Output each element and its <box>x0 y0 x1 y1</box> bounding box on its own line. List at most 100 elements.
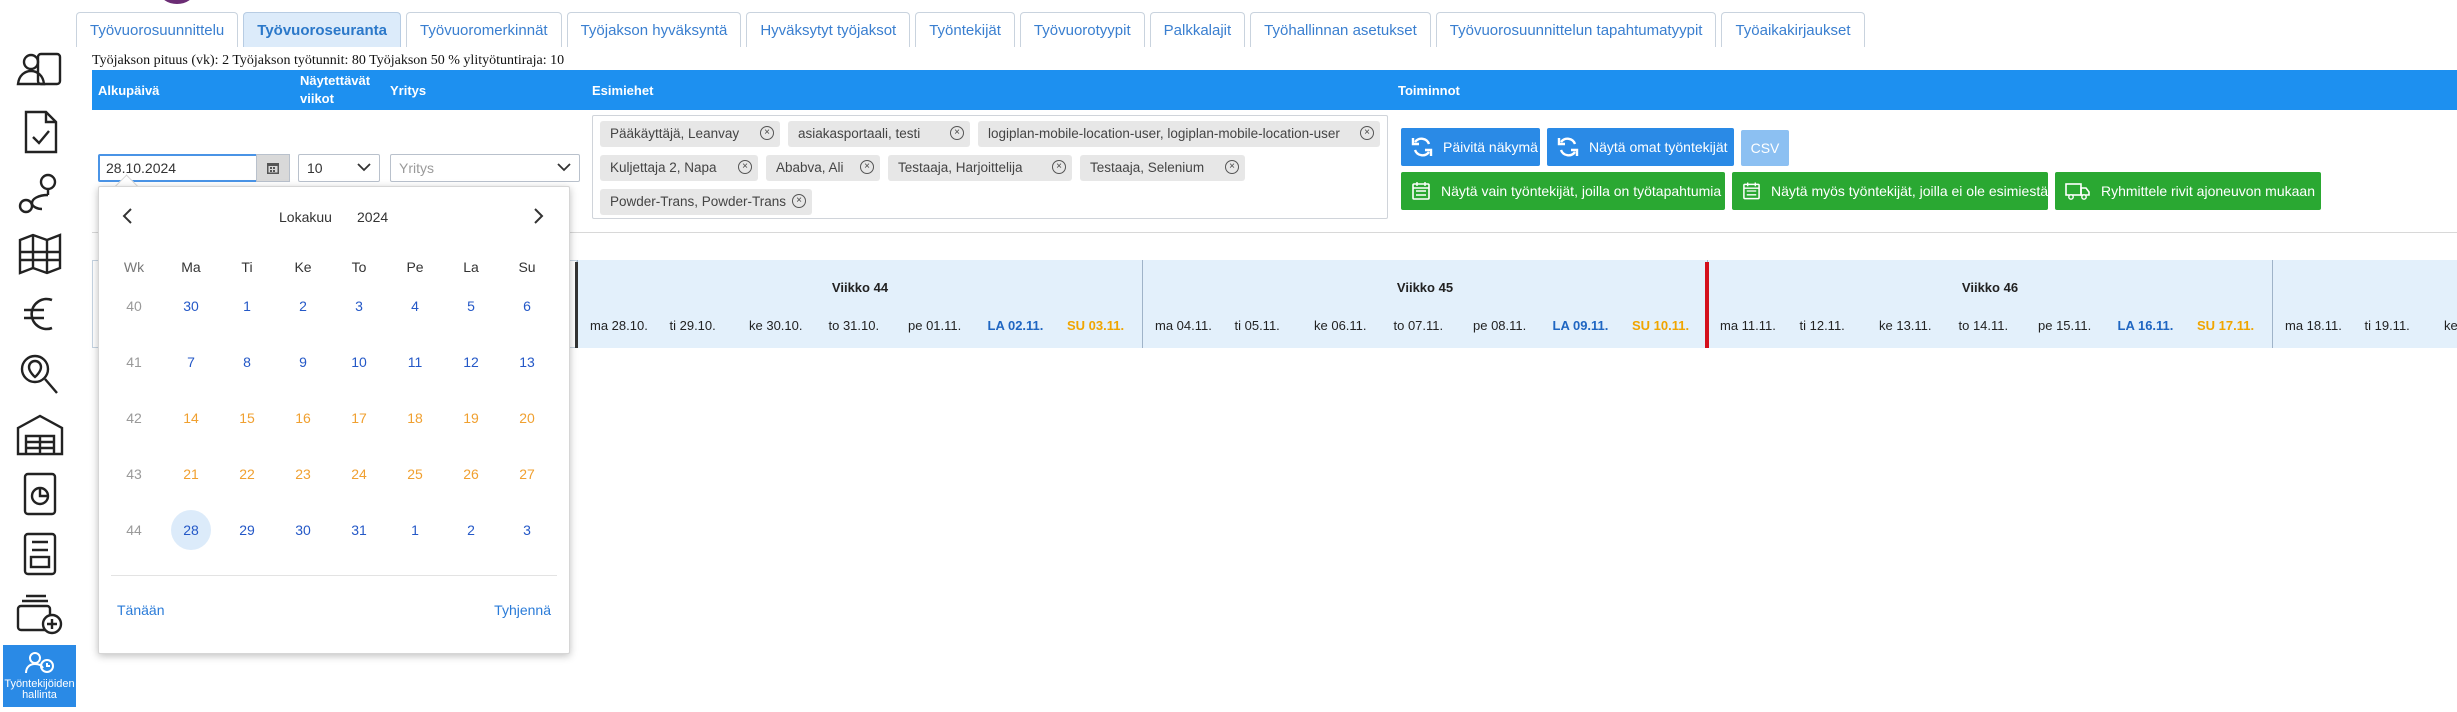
datepicker-day[interactable]: 4 <box>395 286 435 326</box>
remove-chip-icon[interactable]: × <box>792 194 806 208</box>
tab-item[interactable]: Hyväksytyt työjaksot <box>746 12 911 47</box>
datepicker-week-number: 42 <box>126 410 142 426</box>
datepicker-day[interactable]: 10 <box>339 342 379 382</box>
datepicker-today-button[interactable]: Tänään <box>117 602 164 618</box>
datepicker-year[interactable]: 2024 <box>357 209 388 225</box>
chevron-left-icon[interactable] <box>121 207 135 225</box>
week-column: Viikko 45 ma 04.11. ti 05.11. ke 06.11. to 0… <box>1142 260 1707 348</box>
user-card-icon[interactable] <box>10 46 70 94</box>
day-header: ti 29.10. <box>669 318 716 333</box>
tab-item[interactable]: Työntekijät <box>915 12 1015 47</box>
tab-item[interactable]: Palkkalajit <box>1149 12 1246 47</box>
datepicker-day[interactable]: 3 <box>339 286 379 326</box>
day-header: SU 17.11. <box>2197 318 2255 333</box>
refresh-view-button[interactable]: Päivitä näkymä <box>1401 128 1540 166</box>
datepicker-day[interactable]: 31 <box>339 510 379 550</box>
day-header: ti 12.11. <box>1799 318 1845 333</box>
csv-button[interactable]: CSV <box>1741 130 1789 166</box>
datepicker-popup: Lokakuu 2024 Wk Ma Ti Ke To Pe La Su 40 30 1 2 3 4 5 6 4… <box>98 186 570 654</box>
sidebar-item-employee-management[interactable]: Työntekijöiden hallinta <box>3 645 76 707</box>
remove-chip-icon[interactable]: × <box>950 126 964 140</box>
datepicker-day[interactable]: 1 <box>395 510 435 550</box>
datepicker-day[interactable]: 12 <box>451 342 491 382</box>
datepicker-week-number: 41 <box>126 354 142 370</box>
calendar-list-icon <box>1412 182 1430 200</box>
csv-label: CSV <box>1750 140 1780 156</box>
day-header: ke <box>2444 318 2457 333</box>
datepicker-day[interactable]: 3 <box>507 510 547 550</box>
supervisor-chip: logiplan-mobile-location-user, logiplan-… <box>978 121 1380 147</box>
day-header: pe 15.11. <box>2038 318 2092 333</box>
add-stack-icon[interactable] <box>10 590 70 638</box>
remove-chip-icon[interactable]: × <box>1225 160 1239 174</box>
tab-item[interactable]: Työjakson hyväksyntä <box>566 12 742 47</box>
actions-header: Toiminnot <box>1398 82 1460 98</box>
weeks-select-value: 10 <box>307 160 323 176</box>
datepicker-day[interactable]: 29 <box>227 510 267 550</box>
datepicker-day[interactable]: 27 <box>507 454 547 494</box>
datepicker-clear-button[interactable]: Tyhjennä <box>494 602 551 618</box>
datepicker-day[interactable]: 24 <box>339 454 379 494</box>
tab-item[interactable]: Työvuoroseuranta <box>243 12 402 47</box>
tab-item[interactable]: Työvuorotyypit <box>1019 12 1145 47</box>
company-select[interactable]: Yritys <box>390 154 580 182</box>
supervisor-chip: Kuljettaja 2, Napa × <box>600 155 758 181</box>
map-icon[interactable] <box>10 230 70 278</box>
datepicker-day[interactable]: 7 <box>171 342 211 382</box>
remove-chip-icon[interactable]: × <box>1052 160 1066 174</box>
document-check-icon[interactable] <box>10 108 70 156</box>
datepicker-day[interactable]: 11 <box>395 342 435 382</box>
datepicker-day[interactable]: 16 <box>283 398 323 438</box>
tab-item[interactable]: Työhallinnan asetukset <box>1250 12 1431 47</box>
datepicker-day[interactable]: 25 <box>395 454 435 494</box>
tab-item[interactable]: Työvuorosuunnittelun tapahtumatyypit <box>1435 12 1717 47</box>
warehouse-icon[interactable] <box>10 410 70 458</box>
sidebar-item-label: Työntekijöiden hallinta <box>4 678 75 701</box>
datepicker-day[interactable]: 9 <box>283 342 323 382</box>
chevron-right-icon[interactable] <box>531 207 545 225</box>
datepicker-day[interactable]: 1 <box>227 286 267 326</box>
remove-chip-icon[interactable]: × <box>738 160 752 174</box>
euro-icon[interactable] <box>10 290 70 338</box>
search-map-icon[interactable] <box>10 350 70 398</box>
tab-item[interactable]: Työaikakirjaukset <box>1721 12 1865 47</box>
only-with-events-label: Näytä vain työntekijät, joilla on työtap… <box>1441 183 1722 199</box>
form-document-icon[interactable] <box>10 530 70 578</box>
tab-item[interactable]: Työvuorosuunnittelu <box>76 12 239 47</box>
also-without-supervisor-button[interactable]: Näytä myös työntekijät, joilla ei ole es… <box>1732 172 2048 210</box>
datepicker-day[interactable]: 6 <box>507 286 547 326</box>
datepicker-day[interactable]: 30 <box>171 286 211 326</box>
datepicker-day[interactable]: 18 <box>395 398 435 438</box>
route-icon[interactable] <box>10 170 70 218</box>
datepicker-day[interactable]: 23 <box>283 454 323 494</box>
datepicker-day[interactable]: 14 <box>171 398 211 438</box>
show-own-employees-button[interactable]: Näytä omat työntekijät <box>1547 128 1734 166</box>
group-by-vehicle-button[interactable]: Ryhmittele rivit ajoneuvon mukaan <box>2055 172 2321 210</box>
datepicker-day[interactable]: 20 <box>507 398 547 438</box>
datepicker-month[interactable]: Lokakuu <box>279 209 332 225</box>
datepicker-day[interactable]: 13 <box>507 342 547 382</box>
report-icon[interactable] <box>10 470 70 518</box>
calendar-button[interactable] <box>256 154 290 182</box>
datepicker-day[interactable]: 19 <box>451 398 491 438</box>
day-header: ma 11.11. <box>1720 318 1776 333</box>
remove-chip-icon[interactable]: × <box>860 160 874 174</box>
datepicker-day[interactable]: 22 <box>227 454 267 494</box>
remove-chip-icon[interactable]: × <box>760 126 774 140</box>
datepicker-day[interactable]: 2 <box>451 510 491 550</box>
datepicker-day[interactable]: 2 <box>283 286 323 326</box>
datepicker-day[interactable]: 28 <box>171 510 211 550</box>
only-with-events-button[interactable]: Näytä vain työntekijät, joilla on työtap… <box>1401 172 1725 210</box>
weeks-select[interactable]: 10 <box>298 154 380 182</box>
datepicker-day[interactable]: 21 <box>171 454 211 494</box>
remove-chip-icon[interactable]: × <box>1360 126 1374 140</box>
datepicker-day[interactable]: 15 <box>227 398 267 438</box>
datepicker-week-number: 40 <box>126 298 142 314</box>
datepicker-day[interactable]: 17 <box>339 398 379 438</box>
datepicker-day[interactable]: 26 <box>451 454 491 494</box>
datepicker-day[interactable]: 5 <box>451 286 491 326</box>
tab-item[interactable]: Työvuoromerkinnät <box>406 12 562 47</box>
datepicker-day[interactable]: 30 <box>283 510 323 550</box>
datepicker-day[interactable]: 8 <box>227 342 267 382</box>
datepicker-weekday-header: La <box>463 259 479 275</box>
